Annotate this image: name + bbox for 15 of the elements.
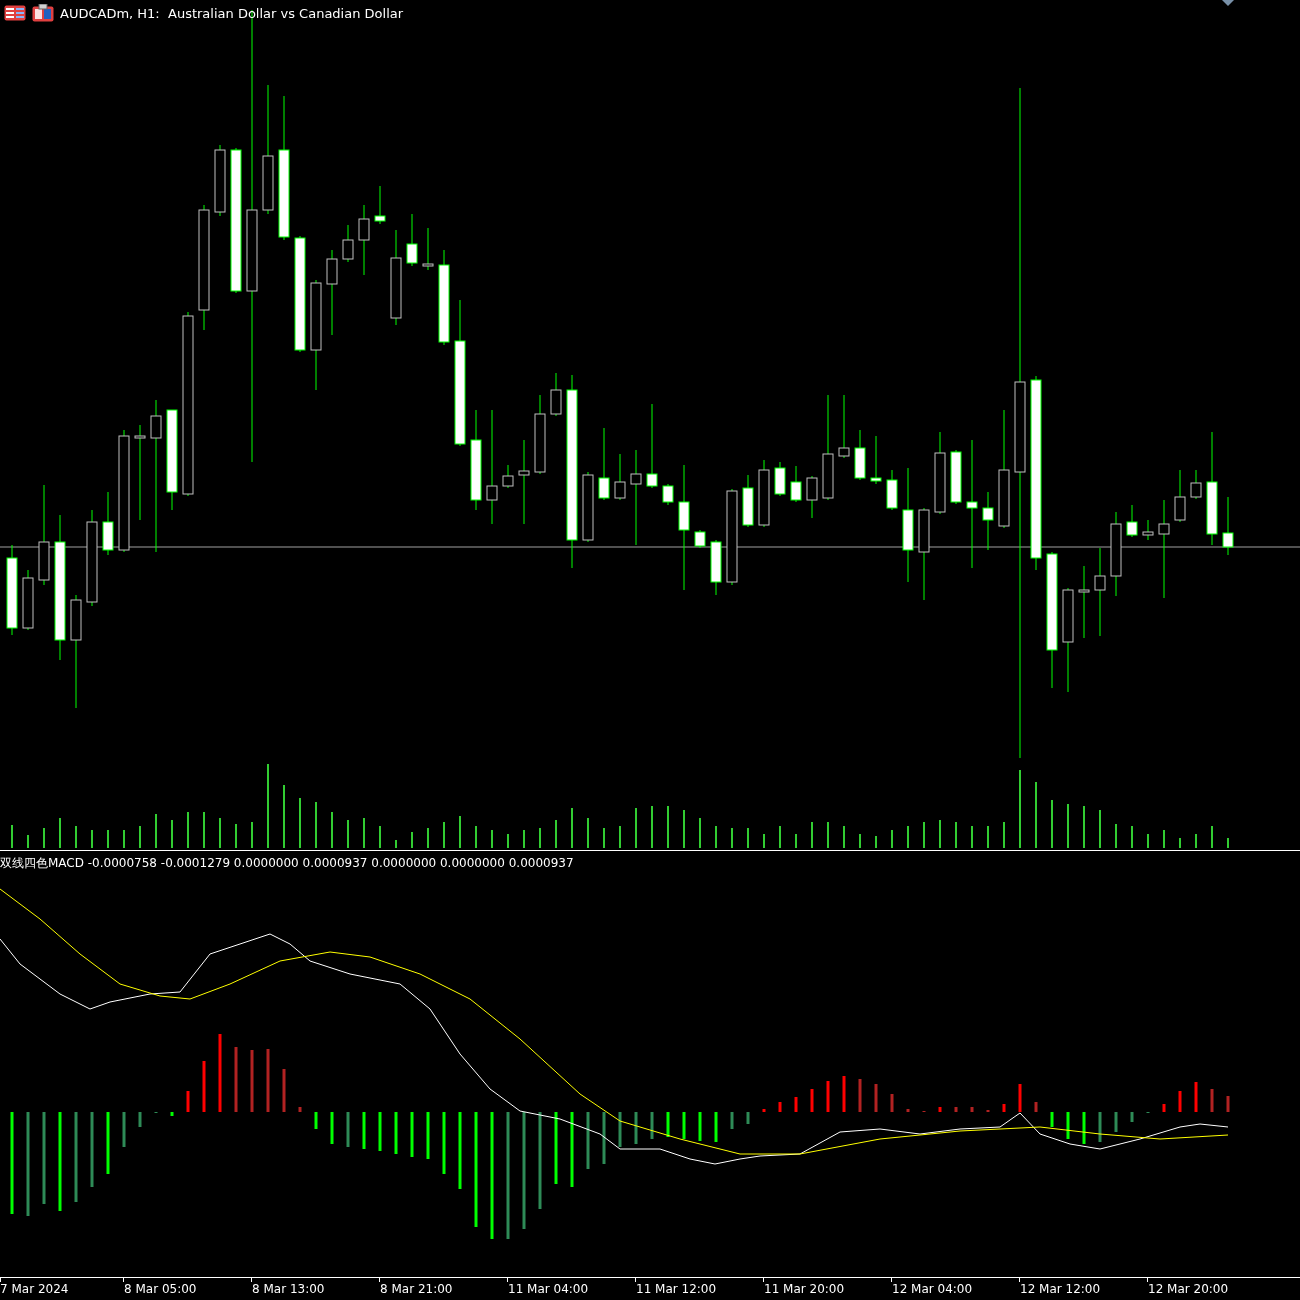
time-label: 7 Mar 2024 <box>0 1282 69 1296</box>
time-label: 11 Mar 04:00 <box>508 1282 589 1296</box>
window-title: AUDCADm, H1: Australian Dollar vs Canadian Dollar <box>60 5 404 21</box>
time-label: 11 Mar 12:00 <box>636 1282 717 1296</box>
indicator-label: 双线四色MACD -0.0000758 -0.0001279 0.0000000 0.0000937 0.0000000 0.0000000 0.0000937 <box>0 855 574 872</box>
time-label: 12 Mar 04:00 <box>892 1282 973 1296</box>
triangle-down-icon[interactable] <box>1222 0 1234 6</box>
chart-window-icon[interactable] <box>32 4 54 22</box>
time-label: 11 Mar 20:00 <box>764 1282 845 1296</box>
time-label: 8 Mar 13:00 <box>252 1282 325 1296</box>
time-label: 8 Mar 21:00 <box>380 1282 453 1296</box>
table-icon[interactable] <box>4 5 26 21</box>
time-label: 12 Mar 20:00 <box>1148 1282 1229 1296</box>
time-label: 12 Mar 12:00 <box>1020 1282 1101 1296</box>
time-label: 8 Mar 05:00 <box>124 1282 197 1296</box>
